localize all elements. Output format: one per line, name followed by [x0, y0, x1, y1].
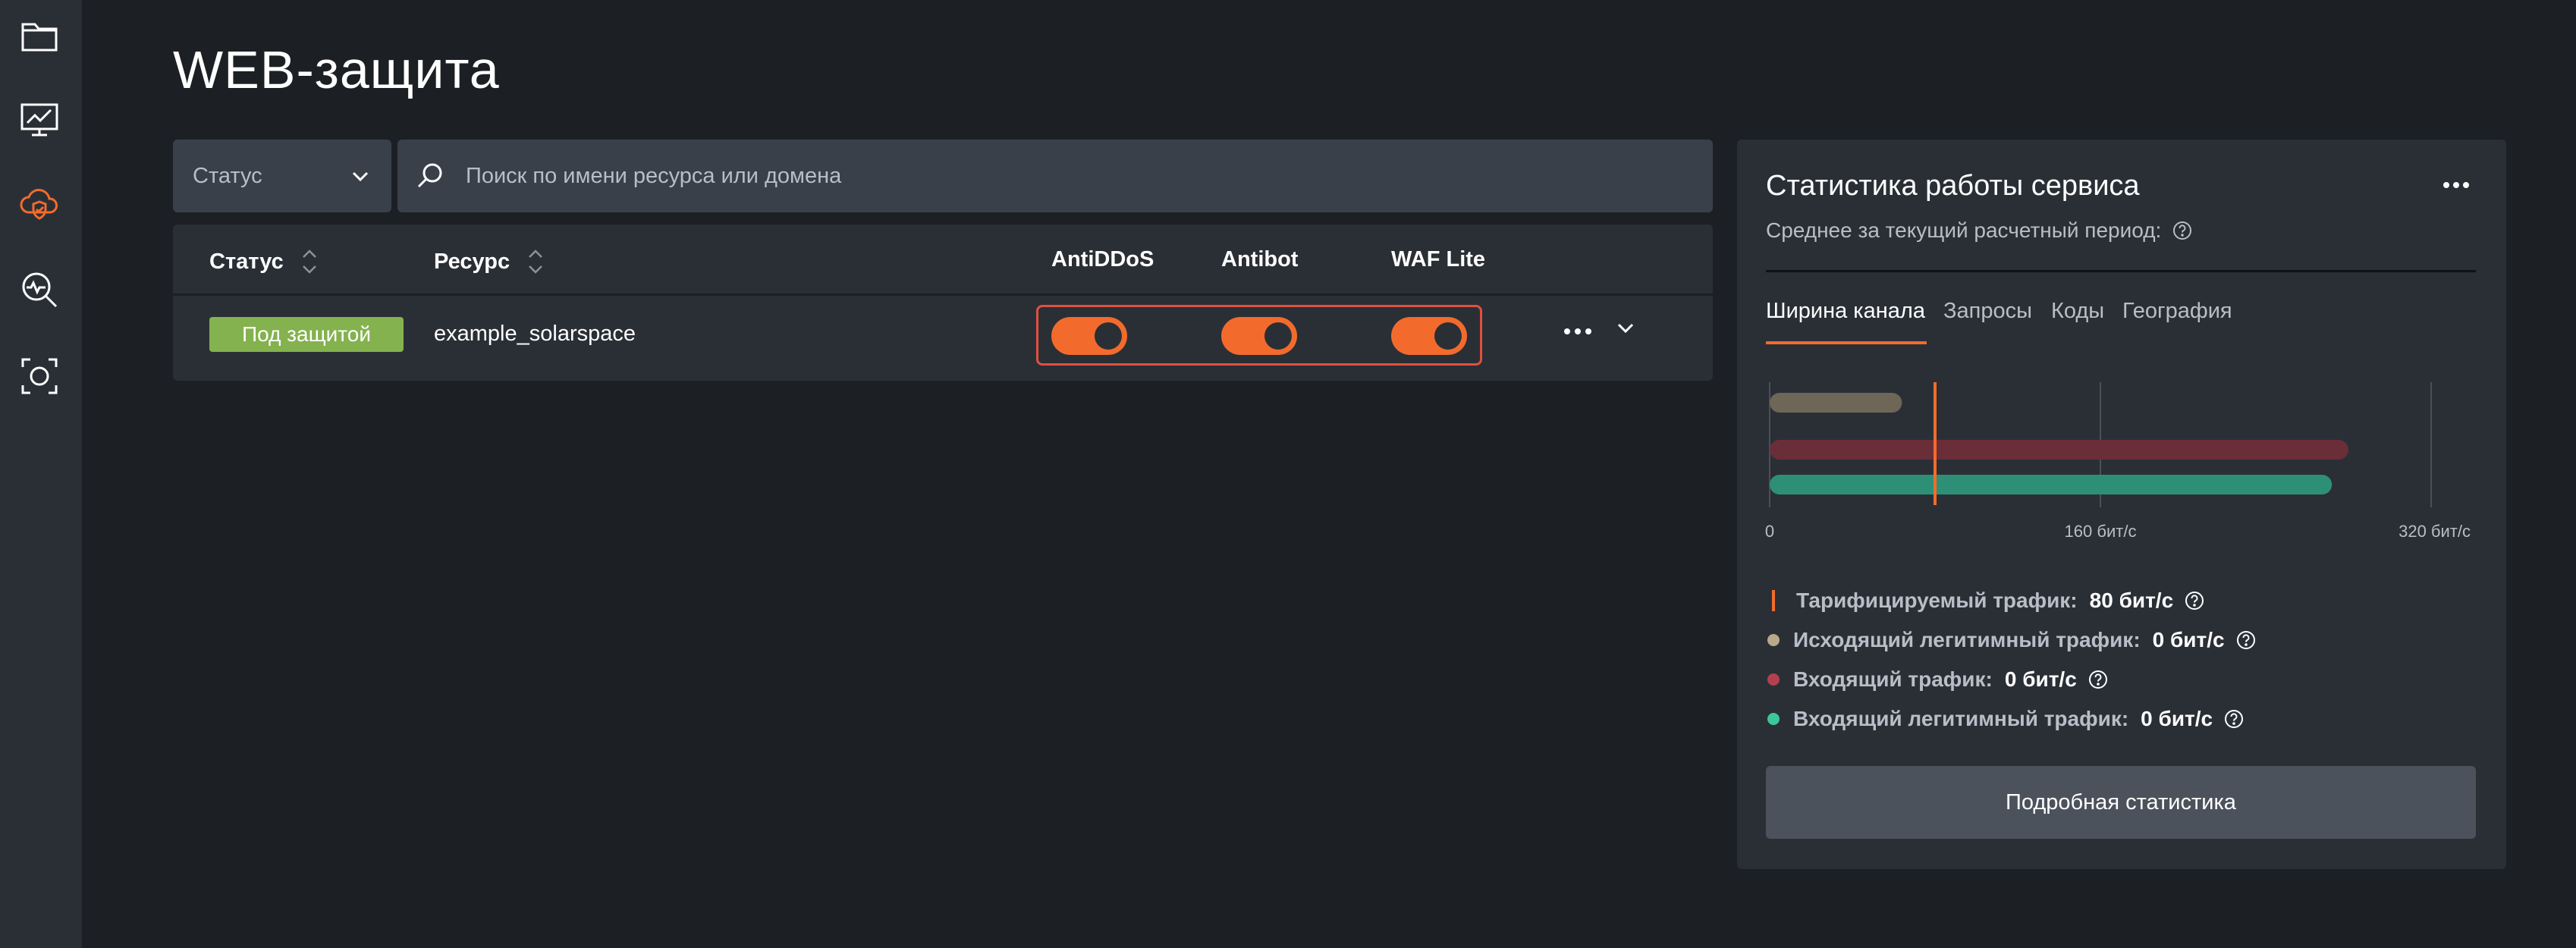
- legend-label: Входящий трафик:: [1793, 667, 1993, 691]
- legend-marker: [1767, 634, 1780, 646]
- status-filter-label: Статус: [193, 163, 262, 188]
- resources-table: Статус Ресурс AntiDDoS Antibot WAF Lite …: [173, 224, 1713, 381]
- bar: [1770, 440, 2348, 460]
- legend-value: 80 бит/с: [2089, 589, 2174, 612]
- status-filter-select[interactable]: Статус: [173, 140, 391, 212]
- sort-icon: [529, 250, 542, 274]
- stats-panel: Статистика работы сервиса Среднее за тек…: [1737, 140, 2506, 869]
- legend-value: 0 бит/с: [2004, 667, 2077, 691]
- legend-value: 0 бит/с: [2141, 707, 2213, 730]
- legend-incoming-legit-traffic: Входящий легитимный трафик: 0 бит/с: [1767, 707, 2245, 731]
- legend-value: 0 бит/с: [2152, 628, 2225, 651]
- toggle-knob: [1434, 322, 1462, 350]
- legend-outgoing-legit-traffic: Исходящий легитимный трафик: 0 бит/с: [1767, 628, 2257, 652]
- legend-marker: [1767, 713, 1780, 725]
- search-icon: [417, 163, 442, 188]
- x-tick-label: 320 бит/с: [2399, 522, 2471, 541]
- sidebar: [0, 0, 82, 948]
- legend-marker: [1772, 590, 1775, 611]
- help-icon[interactable]: [2184, 590, 2205, 611]
- antiddos-toggle[interactable]: [1051, 317, 1127, 355]
- toggle-knob: [1095, 322, 1122, 350]
- search-box: [397, 140, 1713, 212]
- monitor-chart-icon[interactable]: [17, 97, 62, 143]
- chevron-down-icon[interactable]: [1613, 315, 1638, 341]
- column-status-header[interactable]: Статус: [209, 247, 319, 276]
- folder-icon[interactable]: [17, 14, 62, 59]
- detailed-stats-button[interactable]: Подробная статистика: [1766, 766, 2476, 839]
- legend-incoming-traffic: Входящий трафик: 0 бит/с: [1767, 667, 2109, 692]
- help-icon[interactable]: [2235, 629, 2257, 651]
- cloud-shield-icon[interactable]: [17, 182, 62, 228]
- help-icon[interactable]: [2223, 708, 2245, 730]
- bar: [1770, 475, 2333, 494]
- x-tick-label: 0: [1765, 522, 1774, 541]
- help-icon[interactable]: [2088, 669, 2109, 690]
- search-pulse-icon[interactable]: [17, 267, 62, 312]
- chevron-down-icon: [352, 171, 369, 182]
- column-status-label: Статус: [209, 249, 284, 274]
- page-title: WEB-защита: [173, 40, 500, 99]
- x-tick-label: 160 бит/с: [2065, 522, 2137, 541]
- antibot-toggle[interactable]: [1221, 317, 1297, 355]
- legend-billed-traffic: Тарифицируемый трафик: 80 бит/с: [1767, 589, 2205, 613]
- column-waf-header: WAF Lite: [1391, 247, 1486, 272]
- column-resource-header[interactable]: Ресурс: [434, 247, 545, 276]
- legend-label: Входящий легитимный трафик:: [1793, 707, 2129, 730]
- bandwidth-chart: 0 160 бит/с 320 бит/с: [1765, 382, 2471, 541]
- sort-icon: [302, 250, 316, 274]
- legend-label: Тарифицируемый трафик:: [1796, 589, 2078, 612]
- legend-label: Исходящий легитимный трафик:: [1793, 628, 2141, 651]
- table-header: Статус Ресурс AntiDDoS Antibot WAF Lite: [173, 224, 1713, 296]
- toggle-knob: [1264, 322, 1292, 350]
- more-options-icon[interactable]: [1561, 320, 1594, 343]
- column-antiddos-header: AntiDDoS: [1051, 247, 1154, 272]
- bar: [1770, 393, 1902, 413]
- search-input[interactable]: [466, 140, 1695, 212]
- resource-name[interactable]: example_solarspace: [434, 322, 636, 347]
- legend-marker: [1767, 673, 1780, 686]
- status-badge: Под защитой: [209, 317, 404, 352]
- waf-lite-toggle[interactable]: [1391, 317, 1467, 355]
- scan-frame-icon[interactable]: [17, 353, 62, 399]
- column-resource-label: Ресурс: [434, 249, 510, 274]
- column-antibot-header: Antibot: [1221, 247, 1299, 272]
